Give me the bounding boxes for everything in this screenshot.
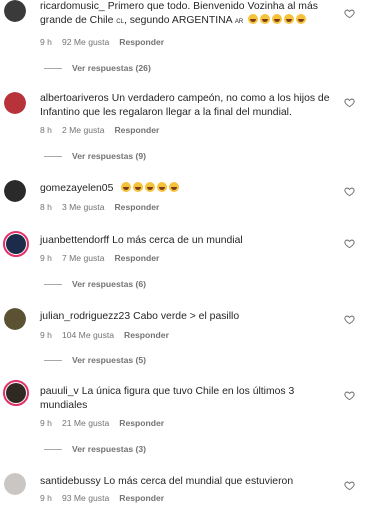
reply-button[interactable]: Responder [114, 202, 159, 212]
comment-text: ricardomusic_ Primero que todo. Bienvenid… [40, 0, 330, 29]
comment-time: 9 h [40, 330, 52, 340]
avatar[interactable] [3, 380, 29, 406]
comment-time: 9 h [40, 493, 52, 503]
view-replies-label: Ver respuestas (5) [72, 355, 147, 365]
emoji-icon [260, 14, 271, 24]
replies-line [44, 68, 62, 70]
heart-outline-icon[interactable] [344, 186, 355, 197]
emoji-icon [121, 182, 132, 192]
comment-meta: 9 h 92 Me gusta Responder [40, 37, 174, 47]
comment-username[interactable]: albertoariveros [40, 93, 109, 104]
comment-likes[interactable]: 3 Me gusta [62, 202, 105, 212]
emoji-icon [272, 14, 283, 24]
comment-time: 8 h [40, 202, 52, 212]
comment-body-2: , segundo ARGENTINA [123, 15, 232, 26]
reply-button[interactable]: Responder [119, 37, 164, 47]
avatar[interactable] [3, 231, 29, 257]
comment-likes[interactable]: 93 Me gusta [62, 493, 109, 503]
comment-time: 9 h [40, 253, 52, 263]
comment-time: 9 h [40, 37, 52, 47]
view-replies-label: Ver respuestas (26) [72, 63, 151, 73]
comment-likes[interactable]: 7 Me gusta [62, 253, 105, 263]
heart-outline-icon[interactable] [344, 238, 355, 249]
comment-username[interactable]: julian_rodriguezz23 [40, 311, 130, 322]
emoji-icon [133, 182, 144, 192]
reply-button[interactable]: Responder [119, 493, 164, 503]
comment-username[interactable]: pauuli_v [40, 386, 79, 397]
comment-username[interactable]: santidebussy [40, 476, 101, 487]
comment-time: 8 h [40, 125, 52, 135]
reply-button[interactable]: Responder [124, 330, 169, 340]
replies-line [44, 449, 62, 451]
emoji-icon [248, 14, 259, 24]
emoji-icon [296, 14, 307, 24]
comment-username[interactable]: gomezayelen05 [40, 183, 113, 194]
heart-outline-icon[interactable] [344, 314, 355, 325]
comment-body: Cabo verde > el pasillo [133, 311, 240, 322]
avatar[interactable] [4, 308, 26, 330]
replies-line [44, 156, 62, 158]
comment-meta: 9 h 93 Me gusta Responder [40, 493, 174, 503]
view-replies-button[interactable]: Ver respuestas (26) [44, 63, 151, 73]
reply-button[interactable]: Responder [114, 253, 159, 263]
comment-text: santidebussy Lo más cerca del mundial que… [40, 475, 330, 489]
emoji-icon [284, 14, 295, 24]
comment-time: 9 h [40, 418, 52, 428]
view-replies-label: Ver respuestas (6) [72, 279, 147, 289]
comment-username[interactable]: juanbettendorff [40, 235, 109, 246]
view-replies-button[interactable]: Ver respuestas (6) [44, 279, 146, 289]
view-replies-button[interactable]: Ver respuestas (9) [44, 151, 146, 161]
comment-username[interactable]: ricardomusic_ [40, 1, 105, 12]
emoji-icon [145, 182, 156, 192]
emoji-icon [157, 182, 168, 192]
comment-meta: 9 h 104 Me gusta Responder [40, 330, 179, 340]
comment-likes[interactable]: 92 Me gusta [62, 37, 109, 47]
replies-line [44, 284, 62, 286]
flag-ar-label: AR [234, 19, 244, 25]
comment-likes[interactable]: 2 Me gusta [62, 125, 105, 135]
reply-button[interactable]: Responder [119, 418, 164, 428]
comment-text: julian_rodriguezz23 Cabo verde > el pasil… [40, 310, 330, 324]
comment-meta: 8 h 3 Me gusta Responder [40, 202, 169, 212]
view-replies-label: Ver respuestas (3) [72, 444, 147, 454]
view-replies-button[interactable]: Ver respuestas (3) [44, 444, 146, 454]
avatar[interactable] [4, 92, 26, 114]
replies-line [44, 360, 62, 362]
comment-likes[interactable]: 104 Me gusta [62, 330, 114, 340]
comment-text: gomezayelen05 [40, 182, 330, 196]
reply-button[interactable]: Responder [114, 125, 159, 135]
comment-body: Lo más cerca del mundial que estuvieron [103, 476, 294, 487]
avatar[interactable] [4, 180, 26, 202]
comment-text: pauuli_v La única figura que tuvo Chile e… [40, 385, 330, 413]
avatar[interactable] [4, 0, 26, 22]
heart-outline-icon[interactable] [344, 97, 355, 108]
comment-meta: 9 h 21 Me gusta Responder [40, 418, 174, 428]
view-replies-button[interactable]: Ver respuestas (5) [44, 355, 146, 365]
comment-likes[interactable]: 21 Me gusta [62, 418, 109, 428]
heart-outline-icon[interactable] [344, 390, 355, 401]
view-replies-label: Ver respuestas (9) [72, 151, 147, 161]
comment-body: Lo más cerca de un mundial [112, 235, 243, 246]
comment-text: juanbettendorff Lo más cerca de un mundia… [40, 234, 330, 248]
emoji-icon [169, 182, 180, 192]
comment-text: albertoariveros Un verdadero campeón, no … [40, 92, 330, 120]
heart-outline-icon[interactable] [344, 8, 355, 19]
heart-outline-icon[interactable] [344, 480, 355, 491]
flag-cl-label: CL [116, 19, 124, 25]
comment-meta: 8 h 2 Me gusta Responder [40, 125, 169, 135]
avatar[interactable] [4, 473, 26, 495]
comment-meta: 9 h 7 Me gusta Responder [40, 253, 169, 263]
